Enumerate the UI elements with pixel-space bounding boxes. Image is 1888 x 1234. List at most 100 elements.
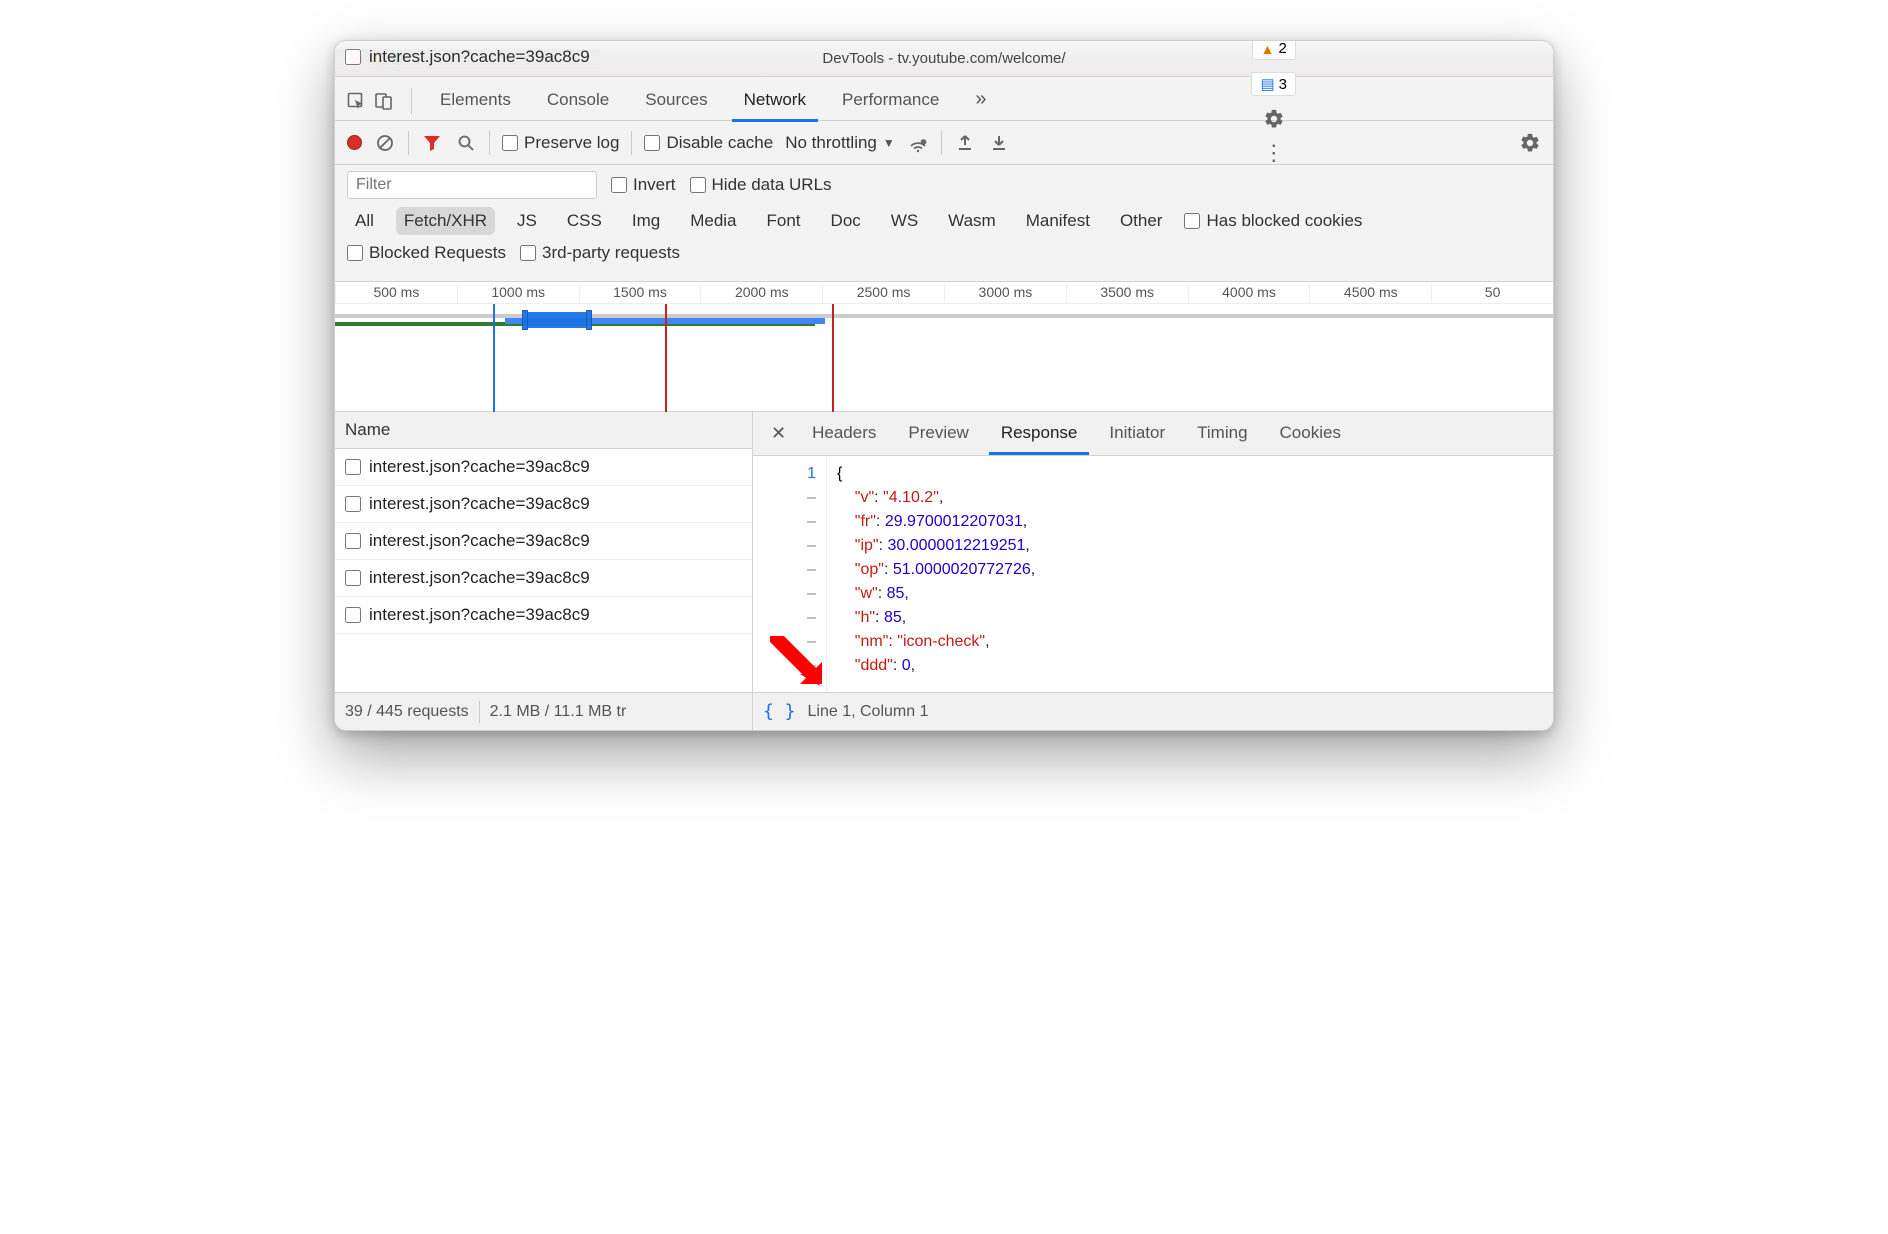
messages-count: 3 — [1279, 76, 1287, 93]
timeline-tick: 1500 ms — [579, 284, 701, 303]
network-conditions-icon[interactable] — [907, 132, 929, 154]
detail-tab-response[interactable]: Response — [985, 413, 1094, 455]
code-line: "w": 85, — [837, 582, 1035, 606]
messages-badge[interactable]: ▤3 — [1251, 72, 1296, 96]
gutter-marker[interactable]: – — [753, 534, 816, 558]
request-row[interactable]: interest.json?cache=39ac8c9 — [335, 523, 752, 560]
timeline-tick: 4500 ms — [1309, 284, 1431, 303]
panel-overflow-button[interactable]: » — [957, 78, 1004, 123]
timeline-tick: 2000 ms — [700, 284, 822, 303]
timeline-tick: 2500 ms — [822, 284, 944, 303]
has-blocked-cookies-checkbox[interactable]: Has blocked cookies — [1184, 211, 1362, 231]
panel-tab-sources[interactable]: Sources — [627, 80, 725, 122]
detail-tab-preview[interactable]: Preview — [892, 413, 984, 455]
request-checkbox[interactable] — [345, 496, 361, 512]
request-row[interactable]: interest.json?cache=39ac8c9 — [335, 486, 752, 523]
type-filter-ws[interactable]: WS — [883, 207, 926, 235]
inspect-element-icon[interactable] — [345, 90, 367, 112]
type-filter-media[interactable]: Media — [682, 207, 744, 235]
type-filter-all[interactable]: All — [347, 207, 382, 235]
invert-checkbox[interactable]: Invert — [611, 175, 676, 195]
filter-icon[interactable] — [421, 132, 443, 154]
import-har-icon[interactable] — [954, 132, 976, 154]
timeline-tick: 1000 ms — [457, 284, 579, 303]
gutter-marker[interactable]: 1 — [753, 462, 816, 486]
code-line: "ddd": 0, — [837, 654, 1035, 678]
timeline-overview[interactable]: 500 ms1000 ms1500 ms2000 ms2500 ms3000 m… — [335, 282, 1553, 412]
throttling-select[interactable]: No throttling▼ — [785, 133, 895, 153]
request-checkbox[interactable] — [345, 570, 361, 586]
gutter-marker[interactable]: – — [753, 510, 816, 534]
more-menu-icon[interactable]: ⋮ — [1263, 142, 1285, 164]
type-filter-font[interactable]: Font — [759, 207, 809, 235]
record-button[interactable] — [347, 135, 362, 150]
third-party-checkbox[interactable]: 3rd-party requests — [520, 243, 680, 263]
code-line: "v": "4.10.2", — [837, 486, 1035, 510]
request-name: interest.json?cache=39ac8c9 — [369, 568, 590, 588]
detail-tab-timing[interactable]: Timing — [1181, 413, 1263, 455]
panel-tab-elements[interactable]: Elements — [422, 80, 529, 122]
clear-button-icon[interactable] — [374, 132, 396, 154]
detail-panel: ✕ HeadersPreviewResponseInitiatorTimingC… — [753, 412, 1553, 692]
gutter-marker[interactable]: – — [753, 558, 816, 582]
timeline-tick: 3500 ms — [1066, 284, 1188, 303]
request-count: 39 / 445 requests — [345, 703, 469, 721]
detail-tabs: ✕ HeadersPreviewResponseInitiatorTimingC… — [753, 412, 1553, 456]
filter-bar: Invert Hide data URLs All Fetch/XHR JS CSS I… — [335, 165, 1553, 282]
preserve-log-checkbox[interactable]: Preserve log — [502, 133, 619, 153]
request-row[interactable]: interest.json?cache=39ac8c9 — [335, 560, 752, 597]
hide-data-urls-checkbox[interactable]: Hide data URLs — [690, 175, 832, 195]
warnings-count: 2 — [1278, 40, 1286, 57]
detail-tab-initiator[interactable]: Initiator — [1093, 413, 1181, 455]
detail-tab-cookies[interactable]: Cookies — [1264, 413, 1357, 455]
type-filter-css[interactable]: CSS — [559, 207, 610, 235]
panel-tab-network[interactable]: Network — [726, 80, 824, 122]
search-icon[interactable] — [455, 132, 477, 154]
code-line: "fr": 29.9700012207031, — [837, 510, 1035, 534]
request-row[interactable]: interest.json?cache=39ac8c9 — [335, 597, 752, 634]
timeline-tick: 3000 ms — [944, 284, 1066, 303]
request-name: interest.json?cache=39ac8c9 — [369, 531, 590, 551]
detail-tab-headers[interactable]: Headers — [796, 413, 892, 455]
blocked-requests-checkbox[interactable]: Blocked Requests — [347, 243, 506, 263]
code-line: "nm": "icon-check", — [837, 630, 1035, 654]
gutter-marker[interactable]: – — [753, 606, 816, 630]
panel-tab-performance[interactable]: Performance — [824, 80, 957, 122]
settings-gear-icon[interactable] — [1263, 108, 1285, 130]
gutter-marker[interactable]: – — [753, 582, 816, 606]
gutter-marker[interactable]: – — [753, 486, 816, 510]
request-name: interest.json?cache=39ac8c9 — [369, 494, 590, 514]
disable-cache-checkbox[interactable]: Disable cache — [644, 133, 773, 153]
type-filter-wasm[interactable]: Wasm — [940, 207, 1004, 235]
request-list-panel: Name interest.json?cache=39ac8c9 interest… — [335, 412, 753, 692]
request-detail-area: Name interest.json?cache=39ac8c9 interest… — [335, 412, 1553, 692]
cursor-position: Line 1, Column 1 — [808, 703, 929, 721]
type-filter-manifest[interactable]: Manifest — [1018, 207, 1098, 235]
response-body[interactable]: 1–––––––– { "v": "4.10.2", "fr": 29.9700… — [753, 456, 1553, 692]
type-filter-doc[interactable]: Doc — [823, 207, 869, 235]
type-filter-js[interactable]: JS — [509, 207, 545, 235]
code-line: "h": 85, — [837, 606, 1035, 630]
close-detail-button[interactable]: ✕ — [761, 423, 796, 444]
request-row[interactable]: interest.json?cache=39ac8c9 — [335, 449, 752, 486]
panel-tab-console[interactable]: Console — [529, 80, 627, 122]
devtools-window: DevTools - tv.youtube.com/welcome/ Eleme… — [334, 40, 1554, 731]
transferred-size: 2.1 MB / 11.1 MB tr — [490, 703, 627, 721]
code-line: "op": 51.0000020772726, — [837, 558, 1035, 582]
request-checkbox[interactable] — [345, 533, 361, 549]
timeline-tick: 4000 ms — [1188, 284, 1310, 303]
type-filter-fetchxhr[interactable]: Fetch/XHR — [396, 207, 495, 235]
toggle-device-icon[interactable] — [373, 90, 395, 112]
pretty-print-button[interactable]: { } — [763, 701, 796, 722]
type-filter-other[interactable]: Other — [1112, 207, 1171, 235]
type-filter-img[interactable]: Img — [624, 207, 668, 235]
timeline-tick: 500 ms — [335, 284, 457, 303]
request-name: interest.json?cache=39ac8c9 — [369, 457, 590, 477]
request-checkbox[interactable] — [345, 459, 361, 475]
filter-input[interactable] — [347, 171, 597, 199]
name-column-header[interactable]: Name — [335, 412, 752, 449]
annotation-arrow-icon — [770, 636, 830, 690]
warnings-badge[interactable]: ▲2 — [1252, 40, 1296, 60]
request-checkbox[interactable] — [345, 607, 361, 623]
status-bar: 39 / 445 requests 2.1 MB / 11.1 MB tr { … — [335, 692, 1553, 730]
